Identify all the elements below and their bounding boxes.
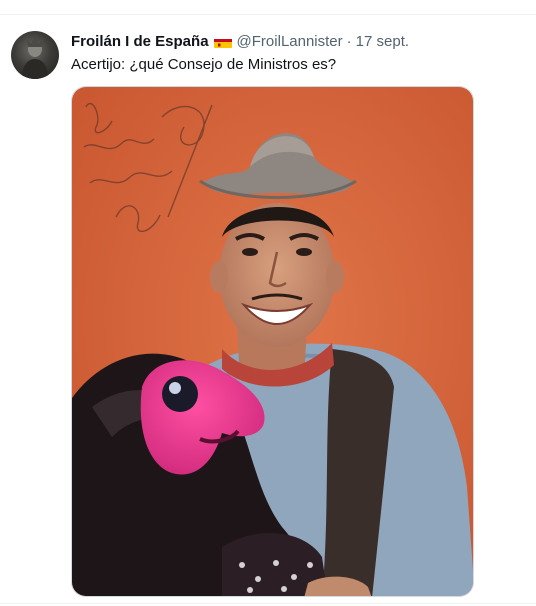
tweet-header: Froilán I de España @FroilLannister · 17… [71,31,526,53]
avatar[interactable] [11,31,59,79]
tweet-timestamp[interactable]: 17 sept. [356,31,409,53]
avatar-image [21,37,49,79]
tweet-body: Froilán I de España @FroilLannister · 17… [71,31,526,75]
separator-dot: · [346,33,352,50]
photo-image [72,87,473,596]
user-handle[interactable]: @FroilLannister [237,31,343,53]
display-name[interactable]: Froilán I de España [71,31,209,53]
tweet-text: Acertijo: ¿qué Consejo de Ministros es? [71,56,337,73]
top-divider [0,14,536,15]
spain-flag-icon [213,36,232,48]
bottom-divider [0,603,536,604]
tweet-photo[interactable] [71,86,474,597]
